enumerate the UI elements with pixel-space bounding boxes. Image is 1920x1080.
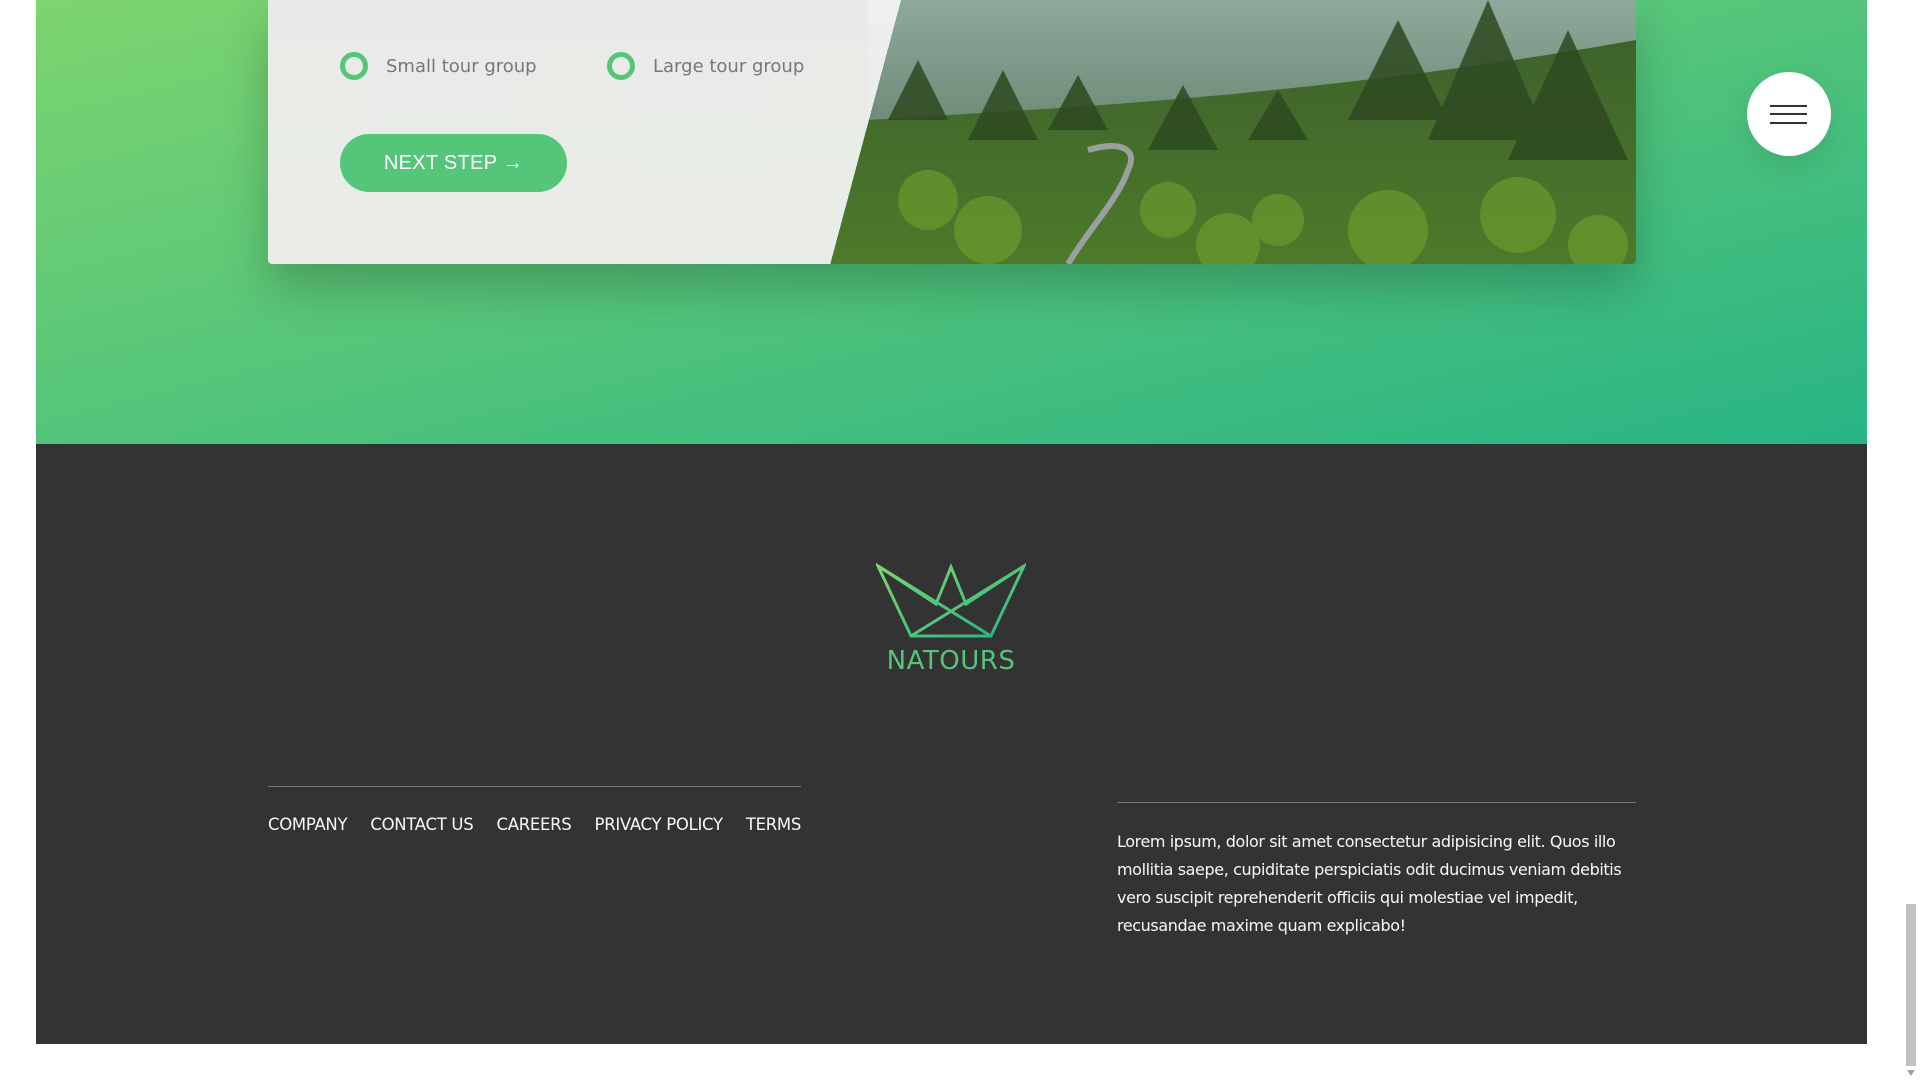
radio-label-small[interactable]: Small tour group bbox=[386, 56, 537, 77]
radio-button-icon[interactable] bbox=[607, 52, 635, 80]
booking-form: Small tour group Large tour group NEXT S… bbox=[268, 0, 1636, 264]
footer-logo[interactable]: NATOURS bbox=[876, 562, 1026, 676]
footer-link-terms[interactable]: TERMS bbox=[746, 815, 801, 834]
crown-logo-icon bbox=[876, 562, 1026, 638]
footer-nav-item: CAREERS bbox=[496, 815, 571, 835]
hamburger-menu-icon bbox=[1770, 113, 1807, 115]
booking-card: Small tour group Large tour group NEXT S… bbox=[268, 0, 1636, 264]
radio-label-large[interactable]: Large tour group bbox=[653, 56, 804, 77]
large-tour-group-radio[interactable]: Large tour group bbox=[607, 52, 804, 80]
booking-section: Small tour group Large tour group NEXT S… bbox=[36, 0, 1867, 444]
logo-text: NATOURS bbox=[886, 646, 1016, 676]
footer: NATOURS COMPANY CONTACT US CAREERS PRIVA… bbox=[36, 444, 1867, 1044]
hamburger-menu-icon bbox=[1770, 105, 1807, 107]
small-tour-group-radio[interactable]: Small tour group bbox=[340, 52, 537, 80]
navigation-menu-button[interactable] bbox=[1747, 72, 1831, 156]
footer-nav-item: COMPANY bbox=[268, 815, 348, 835]
footer-link-careers[interactable]: CAREERS bbox=[496, 815, 571, 834]
next-step-button[interactable]: NEXT STEP → bbox=[340, 134, 567, 192]
footer-link-company[interactable]: COMPANY bbox=[268, 815, 348, 834]
footer-nav-item: TERMS bbox=[746, 815, 801, 835]
hamburger-menu-icon bbox=[1770, 122, 1807, 124]
vertical-scrollbar[interactable] bbox=[1902, 0, 1920, 1080]
footer-copyright-text: Lorem ipsum, dolor sit amet consectetur … bbox=[1117, 802, 1636, 940]
footer-nav-item: CONTACT US bbox=[370, 815, 473, 835]
radio-button-icon[interactable] bbox=[340, 52, 368, 80]
footer-link-privacy-policy[interactable]: PRIVACY POLICY bbox=[595, 815, 723, 834]
page: Small tour group Large tour group NEXT S… bbox=[0, 0, 1920, 1080]
scrollbar-thumb[interactable] bbox=[1906, 904, 1916, 1066]
footer-nav-list: COMPANY CONTACT US CAREERS PRIVACY POLIC… bbox=[268, 815, 801, 835]
scroll-down-arrow-icon[interactable] bbox=[1907, 1070, 1915, 1076]
footer-navigation: COMPANY CONTACT US CAREERS PRIVACY POLIC… bbox=[268, 786, 801, 835]
footer-link-contact-us[interactable]: CONTACT US bbox=[370, 815, 473, 834]
footer-nav-item: PRIVACY POLICY bbox=[595, 815, 723, 835]
